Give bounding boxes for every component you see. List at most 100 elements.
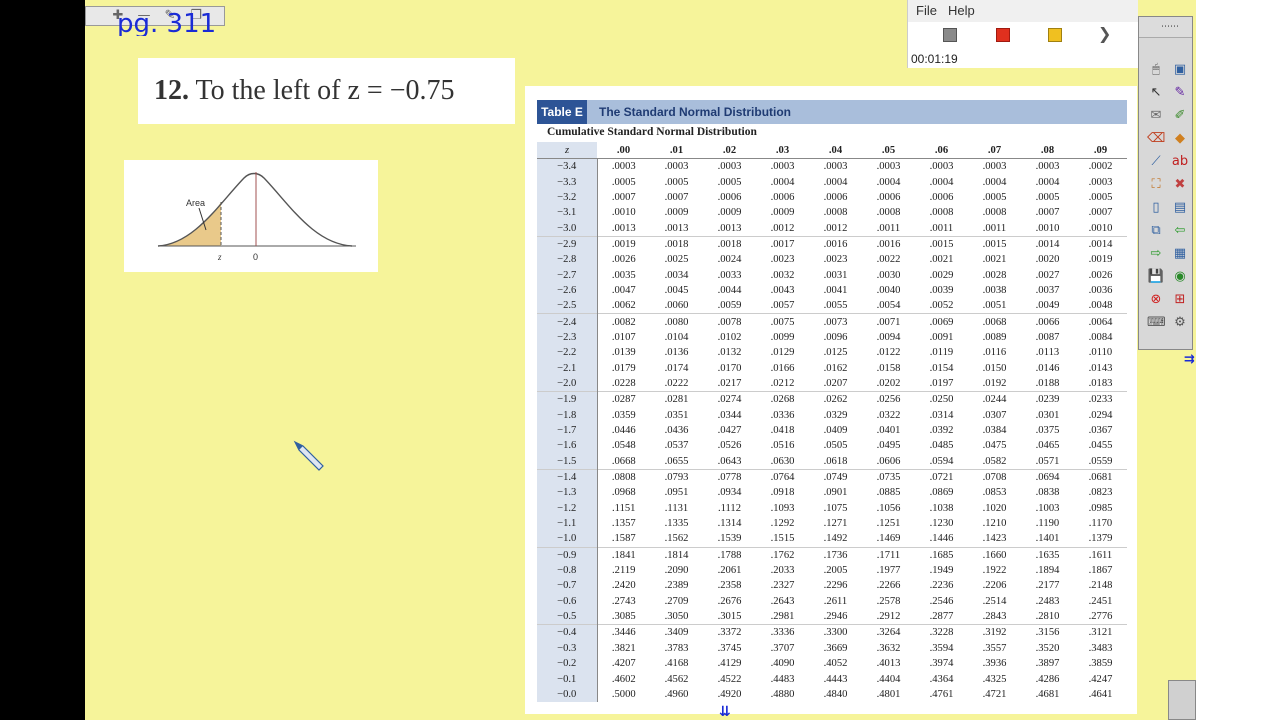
probability-cell: .0594	[929, 455, 954, 467]
probability-cell: .0668	[611, 455, 636, 467]
record-button[interactable]	[996, 28, 1010, 42]
probability-cell: .2611	[823, 595, 848, 607]
z-column-header: z	[537, 142, 597, 159]
probability-cell: .0179	[611, 362, 636, 374]
probability-cell: .0003	[664, 161, 689, 173]
line-icon[interactable]: ⟋	[1147, 153, 1165, 171]
area-label: Area	[186, 198, 205, 208]
probability-cell: .1292	[770, 518, 795, 530]
probability-cell: .4880	[770, 688, 795, 700]
back-icon[interactable]: ⇦	[1171, 222, 1189, 240]
probability-cell: .0154	[929, 362, 954, 374]
table-row: −0.9.1841.1814.1788.1762.1736.1711.1685.…	[537, 546, 1127, 563]
probability-cell: .0708	[968, 468, 1021, 486]
probability-cell: .0007	[1088, 207, 1113, 219]
select-page-icon[interactable]: ▣	[1171, 61, 1189, 79]
table-subtitle: Cumulative Standard Normal Distribution	[547, 126, 757, 138]
scroll-down-arrows-icon[interactable]: ⇊	[719, 704, 731, 720]
note-icon[interactable]: ✉	[1147, 107, 1165, 125]
z-value-cell: −2.5	[537, 298, 598, 314]
probability-cell: .2912	[876, 611, 901, 623]
camera-icon[interactable]: ◉	[1171, 268, 1189, 286]
screen-capture-icon[interactable]: ⧉	[1147, 222, 1165, 240]
corner-widget-icon[interactable]	[1168, 680, 1196, 720]
table-row: −2.8 .0026 .0025 .0024 .0023 .0023 .0022 .0021.…	[537, 252, 1127, 268]
probability-cell: .0401	[876, 425, 901, 437]
text-abc-icon[interactable]: ab	[1171, 153, 1189, 171]
table-row: −2.9.0019.0018.0018.0017.0016.0016.0015.…	[537, 235, 1127, 253]
probability-cell: .2981	[770, 611, 795, 623]
mouse-icon[interactable]: 🖱	[1147, 61, 1165, 79]
probability-cell: .0808	[597, 468, 650, 486]
probability-cell: .4602	[611, 673, 636, 685]
z-value-cell: −2.6	[537, 282, 598, 299]
probability-cell: .1401	[1035, 533, 1060, 545]
probability-cell: .0017	[756, 235, 809, 253]
probability-cell: .1539	[717, 533, 742, 545]
save-icon[interactable]: 💾	[1147, 268, 1165, 286]
z-value-cell: −0.2	[537, 656, 598, 672]
pointer-icon[interactable]: ↖	[1147, 84, 1165, 102]
probability-cell: .4247	[1088, 673, 1113, 685]
probability-cell: .0005	[664, 176, 689, 188]
probability-cell: .4562	[664, 673, 689, 685]
settings-icon[interactable]: ⚙	[1171, 314, 1189, 332]
probability-cell: .2266	[876, 580, 901, 592]
probability-cell: .0582	[982, 455, 1007, 467]
probability-cell: .4443	[823, 673, 848, 685]
table-icon[interactable]: ▦	[1171, 245, 1189, 263]
page-label: pg. 311	[117, 9, 217, 36]
side-handle-icon[interactable]: ⇉	[1184, 352, 1195, 367]
close-red-icon[interactable]: ⊗	[1147, 291, 1165, 309]
z-table-body: −3.4 .0003 .0003 .0003 .0003 .0003 .0003 .0003.…	[537, 158, 1127, 703]
probability-cell: .0034	[664, 269, 689, 281]
probability-cell: .0091	[929, 331, 954, 343]
probability-cell: .1038	[929, 502, 954, 514]
pause-button[interactable]	[1048, 28, 1062, 42]
delete-icon[interactable]: ✖	[1171, 176, 1189, 194]
stop-button[interactable]	[943, 28, 957, 42]
probability-cell: .4840	[823, 688, 848, 700]
probability-cell: .0028	[982, 269, 1007, 281]
probability-cell: .0010	[1088, 222, 1113, 234]
menu-file[interactable]: File	[916, 3, 937, 18]
play-button[interactable]: ❯	[1098, 26, 1111, 42]
insert-icon[interactable]: ⊞	[1171, 291, 1189, 309]
probability-cell: .0006	[717, 191, 742, 203]
keyboard-icon[interactable]: ⌨	[1147, 314, 1166, 332]
probability-cell: .0082	[597, 313, 650, 330]
fill-icon[interactable]: ⛶	[1147, 176, 1165, 194]
probability-cell: .0045	[664, 284, 689, 296]
right-margin	[1196, 0, 1280, 720]
probability-cell: .1587	[611, 533, 636, 545]
probability-cell: .1711	[862, 546, 915, 563]
shapes-icon[interactable]: ◆	[1171, 130, 1189, 148]
z-value-cell: −2.0	[537, 375, 598, 392]
probability-cell: .0033	[717, 269, 742, 281]
probability-cell: .3745	[717, 642, 742, 654]
probability-cell: .1977	[876, 565, 901, 577]
table-row: −2.2 .0139 .0136 .0132 .0129 .0125 .0122 .0119.…	[537, 345, 1127, 361]
z-value-cell: −0.6	[537, 593, 598, 609]
table-row: −2.1 .0179 .0174 .0170 .0166 .0162 .0158 .0154.…	[537, 360, 1127, 376]
highlighter-icon[interactable]: ✐	[1171, 107, 1189, 125]
page-icon[interactable]: ▤	[1171, 199, 1189, 217]
probability-cell: .0044	[717, 284, 742, 296]
menu-help[interactable]: Help	[948, 3, 975, 18]
probability-cell: .0015	[915, 235, 968, 253]
probability-cell: .1170	[1088, 518, 1113, 530]
probability-cell: .0043	[770, 284, 795, 296]
probability-cell: .4761	[929, 688, 954, 700]
probability-cell: .1093	[770, 502, 795, 514]
probability-cell: .0019	[597, 235, 650, 253]
eraser-icon[interactable]: ⌫	[1147, 130, 1165, 148]
probability-cell: .2119	[612, 565, 636, 577]
forward-icon[interactable]: ⇨	[1147, 245, 1165, 263]
probability-cell: .0041	[823, 284, 848, 296]
pen-icon[interactable]: ✎	[1171, 84, 1189, 102]
table-row: −2.4.0082.0080.0078.0075.0073.0071.0069.…	[537, 313, 1127, 330]
new-page-icon[interactable]: ▯	[1147, 199, 1165, 217]
probability-cell: .0392	[929, 425, 954, 437]
z-table: z .00.01.02.03.04.05.06.07.08.09 −3.4 .000…	[537, 142, 1127, 703]
probability-cell: .0505	[823, 440, 848, 452]
